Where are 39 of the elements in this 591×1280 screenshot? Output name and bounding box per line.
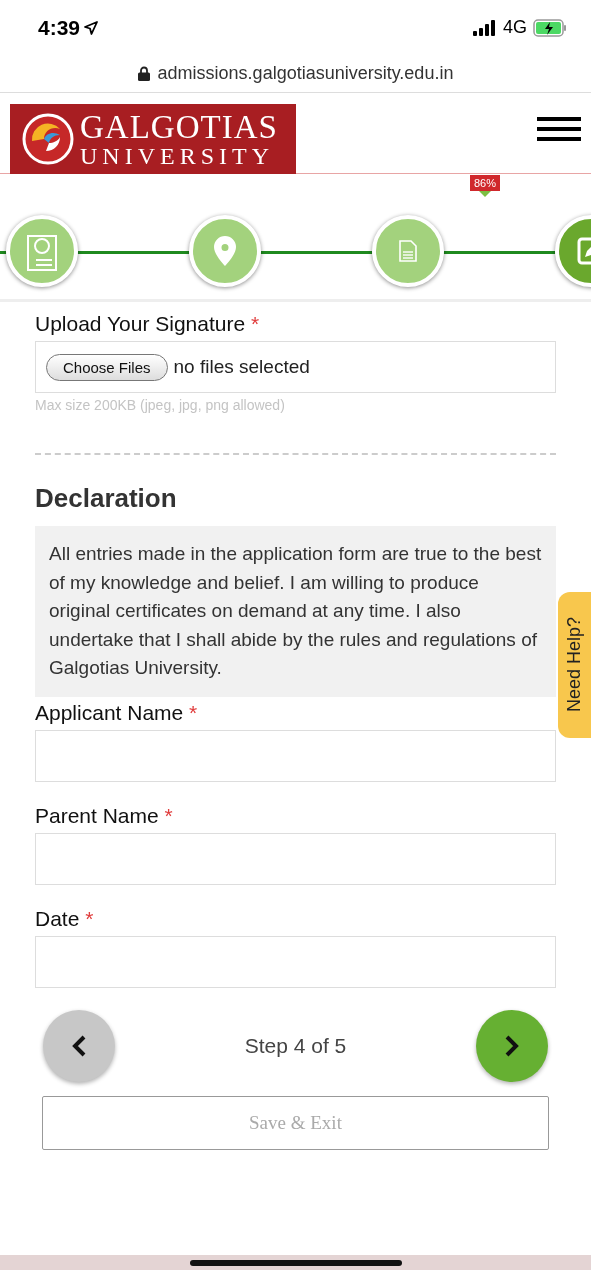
input-field[interactable] [35,832,556,885]
file-upload-field[interactable]: Choose Files no files selected [35,341,556,393]
field-label: Applicant Name [35,700,184,724]
url-text[interactable]: admissions.galgotiasuniversity.edu.in [157,63,454,84]
signal-icon [473,19,497,36]
required-asterisk: * [85,906,94,930]
battery-charging-icon [533,18,567,37]
document-icon [399,240,417,262]
clock-time: 4:39 [38,15,81,40]
section-heading: Declaration [35,483,178,514]
back-button[interactable] [43,1009,115,1082]
field-label: Parent Name [35,803,159,827]
lock-icon [137,66,150,81]
progress-badge: 86% [470,175,501,191]
help-text: Max size 200KB (jpeg, jpg, png allowed) [35,397,286,413]
input-field[interactable] [35,935,556,988]
need-help-tab[interactable]: Need Help? [558,592,591,738]
choose-files-button[interactable]: Choose Files [46,353,168,381]
required-asterisk: * [251,312,260,335]
location-pin-icon [213,235,237,267]
chevron-left-icon [71,1034,87,1057]
swirl-emblem-icon [22,113,74,165]
step-counter: Step 4 of 5 [244,1033,347,1058]
required-asterisk: * [189,700,198,724]
logo-wordmark: GALGOTIAS [80,110,278,144]
declaration-text: All entries made in the application form are true to the best of my knowledge and belief. I am willing to produce original certificates on demand at any time. I also undertake that I shall abide by the rules and regulations of Galgotias University. [35,526,556,697]
menu-icon[interactable] [537,117,581,141]
location-arrow-icon [84,20,99,35]
input-field[interactable] [35,729,556,782]
badge-pointer-icon [479,191,491,197]
logo-subtitle: UNIVERSITY [80,143,275,168]
home-indicator[interactable] [189,1259,402,1266]
next-button[interactable] [476,1009,548,1082]
network-label: 4G [503,17,527,38]
field-label: Upload Your Signature [35,312,246,335]
chevron-right-icon [504,1034,520,1057]
field-label: Date [35,906,80,930]
required-asterisk: * [164,803,173,827]
university-logo[interactable]: GALGOTIAS UNIVERSITY [10,104,296,174]
